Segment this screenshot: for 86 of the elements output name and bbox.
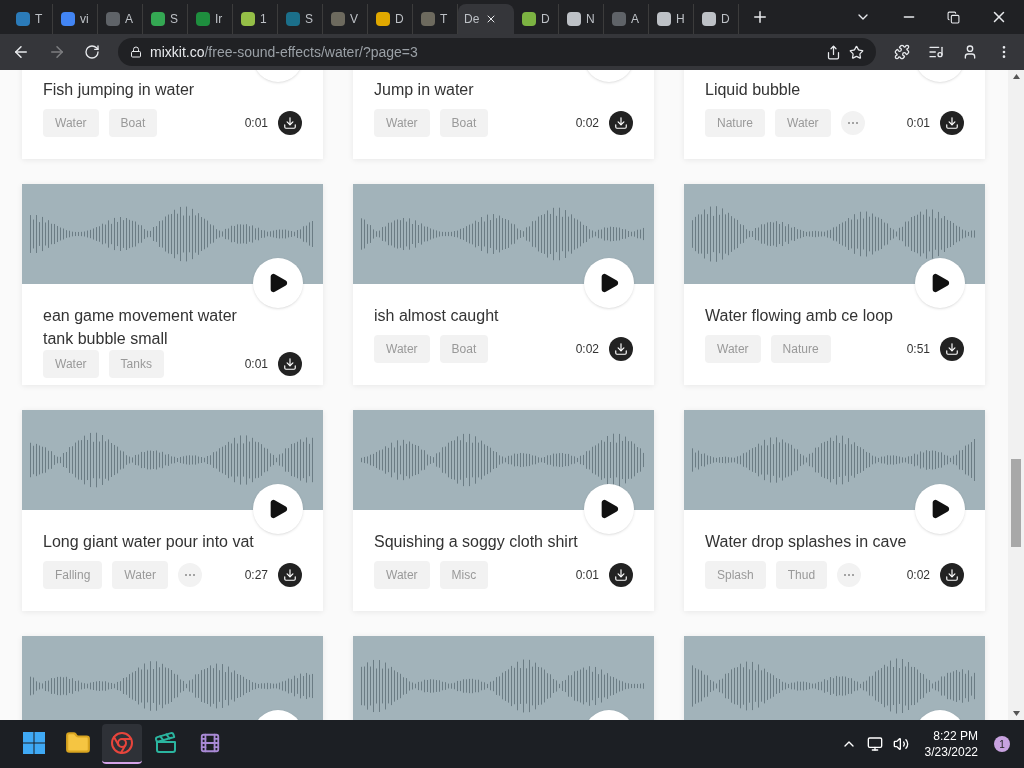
sound-title: Water drop splashes in cave [705, 532, 908, 552]
download-button[interactable] [278, 563, 302, 587]
download-icon [945, 568, 959, 582]
tab-title: T [35, 11, 43, 28]
download-icon [614, 116, 628, 130]
download-button[interactable] [278, 111, 302, 135]
volume-icon[interactable] [892, 736, 909, 752]
tab-title: D [541, 11, 550, 28]
bookmark-star-icon[interactable] [849, 44, 864, 60]
folder-icon [65, 730, 91, 756]
download-icon [283, 568, 297, 582]
duration: 0:51 [906, 341, 930, 358]
media-control-icon[interactable] [928, 44, 944, 60]
tab-title: S [170, 11, 178, 28]
play-button[interactable] [915, 258, 965, 308]
browser-tab[interactable]: De [458, 4, 514, 34]
sound-title: ish almost caught [374, 306, 500, 326]
tab-title: V [350, 11, 358, 28]
download-icon [945, 116, 959, 130]
download-button[interactable] [609, 563, 633, 587]
play-button[interactable] [584, 258, 634, 308]
sound-title: Squishing a soggy cloth shirt [374, 532, 579, 552]
duration: 0:02 [906, 567, 930, 584]
tab-title: N [586, 11, 595, 28]
windows-logo-icon [22, 731, 46, 755]
back-icon[interactable] [12, 43, 30, 61]
clock-time[interactable]: 8:22 PM [933, 728, 978, 744]
sound-title: Water flowing amb ce loop [705, 306, 894, 326]
download-icon [945, 342, 959, 356]
url-text: mixkit.co/free-sound-effects/water/?page=3 [150, 42, 418, 62]
duration: 0:02 [575, 341, 599, 358]
tab-title: D [395, 11, 404, 28]
tab-title: De [464, 11, 480, 28]
film-icon [199, 732, 221, 754]
network-icon[interactable] [866, 736, 883, 752]
scroll-up-icon[interactable] [1012, 74, 1020, 79]
tab-title: vi [80, 11, 89, 28]
sound-title: Long giant water pour into vat [43, 532, 255, 552]
play-button[interactable] [253, 484, 303, 534]
scrollbar-thumb[interactable] [1011, 459, 1021, 547]
forward-icon[interactable] [48, 43, 66, 61]
tab-title: S [305, 11, 313, 28]
sound-title: Liquid bubble [705, 80, 802, 100]
duration: 0:27 [244, 567, 268, 584]
taskbar-app[interactable] [102, 724, 142, 764]
lock-icon [130, 46, 142, 58]
tab-title: 1 [260, 11, 267, 28]
tab-title: A [125, 11, 133, 28]
download-button[interactable] [940, 337, 964, 361]
address-bar[interactable]: mixkit.co/free-sound-effects/water/?page=3 [118, 38, 876, 66]
duration: 0:01 [244, 356, 268, 373]
clock-date[interactable]: 3/23/2022 [924, 744, 978, 760]
play-button[interactable] [584, 484, 634, 534]
tab-title: T [440, 11, 448, 28]
share-icon[interactable] [826, 44, 841, 60]
notification-badge[interactable]: 1 [994, 736, 1010, 752]
download-icon [614, 568, 628, 582]
download-button[interactable] [940, 111, 964, 135]
tab-title: Ir [215, 11, 223, 28]
play-button[interactable] [915, 484, 965, 534]
download-button[interactable] [609, 337, 633, 361]
duration: 0:01 [575, 567, 599, 584]
restore-icon[interactable] [947, 10, 960, 24]
scroll-down-icon[interactable] [1012, 711, 1020, 716]
download-button[interactable] [609, 111, 633, 135]
sound-title: Jump in water [374, 80, 475, 100]
new-tab-icon[interactable] [751, 8, 769, 26]
reload-icon[interactable] [84, 44, 100, 60]
download-button[interactable] [940, 563, 964, 587]
download-icon [283, 357, 297, 371]
duration: 0:01 [244, 115, 268, 132]
download-icon [283, 116, 297, 130]
download-icon [614, 342, 628, 356]
extensions-icon[interactable] [894, 44, 910, 60]
duration: 0:02 [575, 115, 599, 132]
profile-icon[interactable] [962, 44, 978, 60]
browser-icon [110, 731, 134, 755]
sound-title: Fish jumping in water [43, 80, 196, 100]
download-button[interactable] [278, 352, 302, 376]
play-button[interactable] [253, 258, 303, 308]
tab-title: H [676, 11, 685, 28]
sound-title: ean game movement water tank bubble small [43, 306, 238, 349]
video-editor-icon [154, 731, 178, 755]
tab-title: D [721, 11, 730, 28]
tab-title: A [631, 11, 639, 28]
duration: 0:01 [906, 115, 930, 132]
